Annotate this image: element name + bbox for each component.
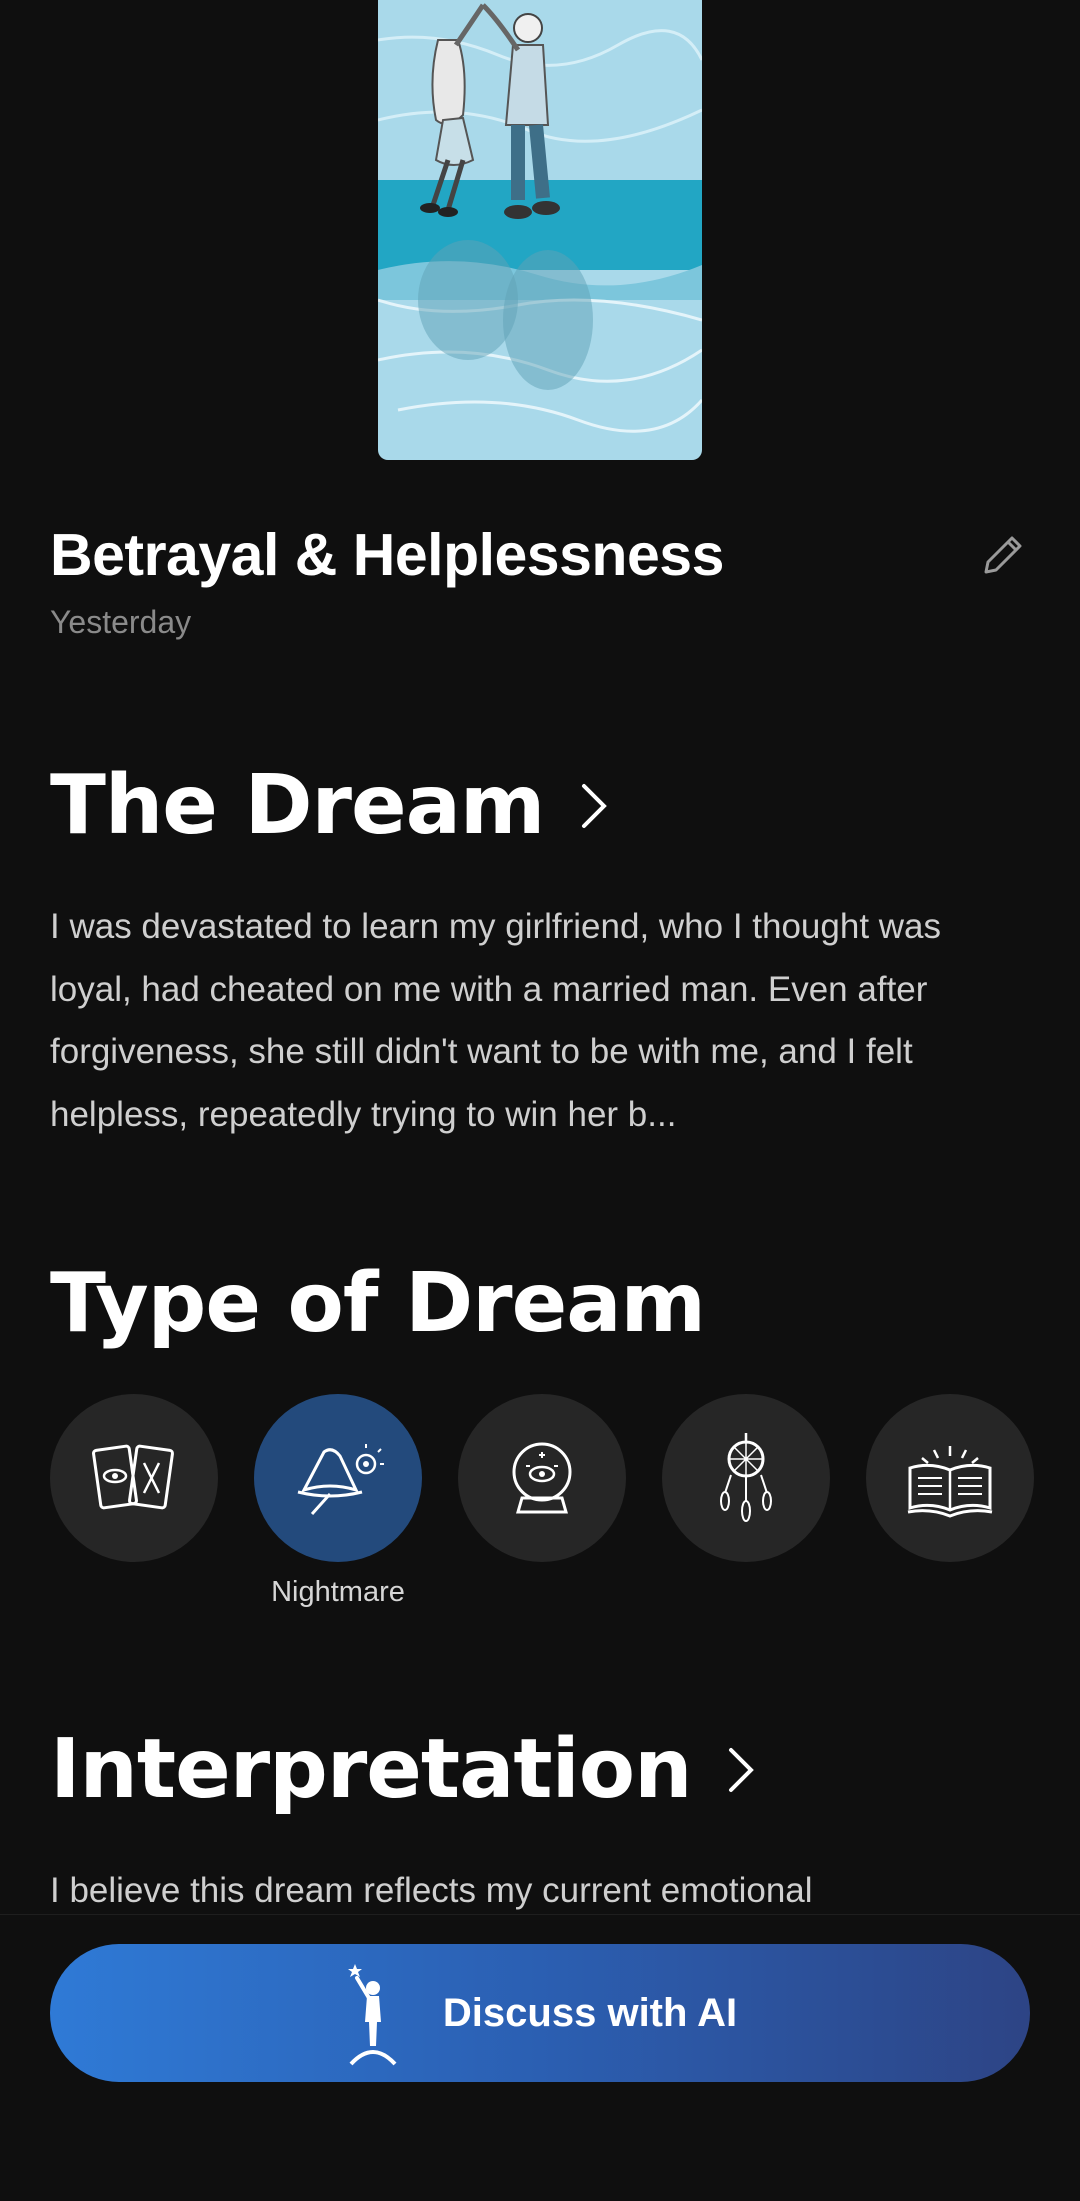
the-dream-heading[interactable]: The Dream (50, 756, 608, 856)
chevron-right-icon (729, 1748, 755, 1792)
dream-type-book[interactable] (866, 1394, 1034, 1612)
dream-type-crystal-ball[interactable] (458, 1394, 626, 1612)
dream-description: I was devastated to learn my girlfriend,… (50, 907, 942, 1134)
pencil-icon[interactable] (976, 528, 1030, 582)
dream-type-circle[interactable] (458, 1394, 626, 1562)
dream-type-label: Nightmare (271, 1576, 405, 1608)
type-of-dream-heading-label: Type of Dream (50, 1256, 706, 1351)
dream-type-circle-selected[interactable] (254, 1394, 422, 1562)
dream-title-row: Betrayal & Helplessness (50, 520, 1030, 590)
interpretation-heading-label: Interpretation (50, 1722, 692, 1817)
dream-illustration (378, 0, 702, 460)
dream-image (378, 0, 702, 460)
open-book-icon (907, 1446, 993, 1518)
the-dream-heading-label: The Dream (50, 758, 545, 853)
dream-date: Yesterday (50, 604, 192, 640)
dream-type-dreamcatcher[interactable] (662, 1394, 830, 1612)
dream-type-circle[interactable] (866, 1394, 1034, 1562)
tarot-cards-icon (92, 1444, 174, 1510)
discuss-with-ai-button[interactable]: Discuss with AI (50, 1944, 1030, 2082)
dreamcatcher-icon (720, 1433, 772, 1522)
discuss-with-ai-label: Discuss with AI (442, 1990, 738, 2035)
interpretation-heading[interactable]: Interpretation (50, 1720, 755, 1820)
dream-title: Betrayal & Helplessness (50, 522, 724, 588)
crystal-ball-icon (512, 1442, 572, 1514)
type-of-dream-heading: Type of Dream (50, 1254, 706, 1354)
wizard-hat-icon (297, 1444, 384, 1516)
figure-reaching-star-icon (347, 1964, 397, 2066)
dream-type-circle[interactable] (50, 1394, 218, 1562)
dream-type-circle[interactable] (662, 1394, 830, 1562)
chevron-right-icon (582, 784, 608, 828)
dream-type-nightmare[interactable]: Nightmare (254, 1394, 422, 1612)
dream-type-tarot[interactable] (50, 1394, 218, 1612)
dream-type-selector: Nightmare (50, 1394, 1034, 1612)
